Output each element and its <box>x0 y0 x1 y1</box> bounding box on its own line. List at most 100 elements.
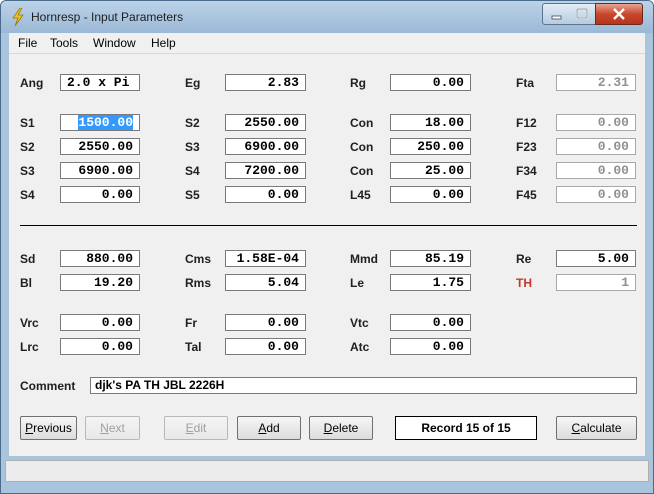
section-divider <box>20 225 637 226</box>
label-s5: S5 <box>185 188 200 202</box>
label-f45: F45 <box>516 188 537 202</box>
label-s4-left: S4 <box>20 188 35 202</box>
label-f34: F34 <box>516 164 537 178</box>
label-s1: S1 <box>20 116 35 130</box>
window-title: Hornresp - Input Parameters <box>31 10 184 24</box>
label-fta: Fta <box>516 76 534 90</box>
label-vtc: Vtc <box>350 316 369 330</box>
field-s2-top[interactable]: 2550.00 <box>225 114 306 131</box>
add-button[interactable]: Add <box>237 416 301 440</box>
field-cms[interactable]: 1.58E-04 <box>225 250 306 267</box>
field-rms[interactable]: 5.04 <box>225 274 306 291</box>
delete-mnemonic: D <box>323 421 333 435</box>
label-s4: S4 <box>185 164 200 178</box>
next-button[interactable]: Next <box>85 416 140 440</box>
menu-bar: File Tools Window Help <box>9 33 645 54</box>
edit-label: dit <box>193 421 207 435</box>
menu-help[interactable]: Help <box>151 36 176 50</box>
field-fta: 2.31 <box>556 74 636 91</box>
label-vrc: Vrc <box>20 316 39 330</box>
label-fr: Fr <box>185 316 197 330</box>
field-sd[interactable]: 880.00 <box>60 250 140 267</box>
previous-label: revious <box>33 421 72 435</box>
field-tal[interactable]: 0.00 <box>225 338 306 355</box>
label-ang: Ang <box>20 76 44 90</box>
minimize-icon <box>551 15 562 20</box>
label-sd: Sd <box>20 252 36 266</box>
field-vtc[interactable]: 0.00 <box>390 314 471 331</box>
label-s2-left: S2 <box>20 140 35 154</box>
field-f45: 0.00 <box>556 186 636 203</box>
input-parameters-form: Ang 2.0 x Pi Eg 2.83 Rg 0.00 Fta 2.31 S1… <box>9 54 645 456</box>
field-s3-top[interactable]: 6900.00 <box>225 138 306 155</box>
field-vrc[interactable]: 0.00 <box>60 314 140 331</box>
lightning-icon <box>12 8 24 26</box>
field-s4[interactable]: 0.00 <box>60 186 140 203</box>
field-con-2[interactable]: 250.00 <box>390 138 471 155</box>
menu-window[interactable]: Window <box>93 36 136 50</box>
field-s4-top[interactable]: 7200.00 <box>225 162 306 179</box>
calculate-button[interactable]: Calculate <box>556 416 637 440</box>
field-bl[interactable]: 19.20 <box>60 274 140 291</box>
field-rg[interactable]: 0.00 <box>390 74 471 91</box>
edit-mnemonic: E <box>185 421 194 435</box>
field-f34: 0.00 <box>556 162 636 179</box>
close-button[interactable] <box>595 3 643 25</box>
edit-button[interactable]: Edit <box>164 416 228 440</box>
label-s3: S3 <box>185 140 200 154</box>
label-re: Re <box>516 252 532 266</box>
label-con-3: Con <box>350 164 374 178</box>
label-l45: L45 <box>350 188 371 202</box>
comment-input[interactable]: djk's PA TH JBL 2226H <box>90 377 637 394</box>
field-s1[interactable]: 1500.00 <box>60 114 140 131</box>
label-f12: F12 <box>516 116 537 130</box>
field-l45[interactable]: 0.00 <box>390 186 471 203</box>
label-con-1: Con <box>350 116 374 130</box>
field-le[interactable]: 1.75 <box>390 274 471 291</box>
label-comment: Comment <box>20 379 76 393</box>
next-label: ext <box>108 421 125 435</box>
label-mmd: Mmd <box>350 252 378 266</box>
next-mnemonic: N <box>100 421 109 435</box>
field-con-1[interactable]: 18.00 <box>390 114 471 131</box>
label-le: Le <box>350 276 365 290</box>
field-mmd[interactable]: 85.19 <box>390 250 471 267</box>
title-bar: Hornresp - Input Parameters <box>1 1 653 33</box>
status-bar <box>5 460 649 482</box>
field-s2[interactable]: 2550.00 <box>60 138 140 155</box>
field-th: 1 <box>556 274 636 291</box>
label-rms: Rms <box>185 276 212 290</box>
label-cms: Cms <box>185 252 212 266</box>
label-rg: Rg <box>350 76 366 90</box>
label-s3-left: S3 <box>20 164 35 178</box>
calculate-mnemonic: C <box>571 421 581 435</box>
field-ang[interactable]: 2.0 x Pi <box>60 74 140 91</box>
field-fr[interactable]: 0.00 <box>225 314 306 331</box>
calculate-label: alculate <box>580 421 622 435</box>
label-th: TH <box>516 276 532 290</box>
label-atc: Atc <box>350 340 370 354</box>
maximize-icon <box>576 8 588 19</box>
field-re[interactable]: 5.00 <box>556 250 636 267</box>
field-eg[interactable]: 2.83 <box>225 74 306 91</box>
field-atc[interactable]: 0.00 <box>390 338 471 355</box>
label-tal: Tal <box>185 340 202 354</box>
app-window: Hornresp - Input Parameters File Tools W… <box>0 0 654 494</box>
field-con-3[interactable]: 25.00 <box>390 162 471 179</box>
field-s1-selected-text: 1500.00 <box>78 115 133 130</box>
minimize-button[interactable] <box>542 3 571 25</box>
menu-file[interactable]: File <box>18 36 37 50</box>
delete-button[interactable]: Delete <box>309 416 373 440</box>
label-f23: F23 <box>516 140 537 154</box>
previous-button[interactable]: Previous <box>20 416 77 440</box>
menu-tools[interactable]: Tools <box>50 36 78 50</box>
label-bl: Bl <box>20 276 32 290</box>
maximize-button[interactable] <box>569 3 596 25</box>
delete-label: elete <box>332 421 359 435</box>
field-s3[interactable]: 6900.00 <box>60 162 140 179</box>
previous-mnemonic: P <box>25 421 34 435</box>
label-lrc: Lrc <box>20 340 39 354</box>
field-lrc[interactable]: 0.00 <box>60 338 140 355</box>
label-con-2: Con <box>350 140 374 154</box>
field-s5[interactable]: 0.00 <box>225 186 306 203</box>
